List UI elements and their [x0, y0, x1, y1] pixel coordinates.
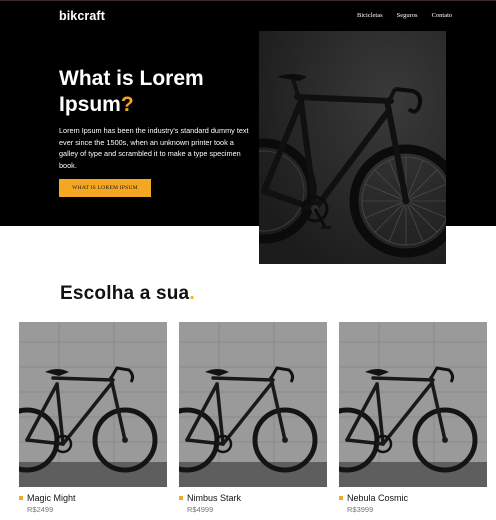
product-card[interactable]: Nebula Cosmic R$3999 [339, 322, 487, 514]
product-price: R$2499 [27, 505, 54, 514]
bullet-icon [339, 496, 343, 500]
nav-item-bicicletas[interactable]: Bicicletas [357, 12, 383, 19]
product-card[interactable]: Nimbus Stark R$4999 [179, 322, 327, 514]
product-name[interactable]: Magic Might [19, 493, 167, 503]
hero-title-mark: ? [120, 93, 134, 116]
fixie-bike-illustration [339, 322, 487, 487]
section-title: Escolha a sua. [60, 283, 195, 305]
nav-item-seguros[interactable]: Seguros [397, 12, 418, 19]
section-title-text: Escolha a sua [60, 283, 190, 304]
fixie-bike-illustration [179, 322, 327, 487]
product-price: R$3999 [347, 505, 374, 514]
product-image[interactable] [339, 322, 487, 487]
product-price: R$4999 [187, 505, 214, 514]
main-nav: Bicicletas Seguros Contato [357, 12, 452, 19]
bullet-icon [179, 496, 183, 500]
product-name-label: Nimbus Stark [187, 493, 242, 503]
product-name-label: Magic Might [27, 493, 76, 503]
hero-title: What is Lorem Ipsum? [59, 66, 249, 118]
fixie-bike-illustration [19, 322, 167, 487]
bullet-icon [19, 496, 23, 500]
product-image[interactable] [179, 322, 327, 487]
hero-bike-image [259, 31, 446, 264]
product-name[interactable]: Nimbus Stark [179, 493, 327, 503]
hero-cta-button[interactable]: WHAT IS LOREM IPSUM [59, 179, 151, 197]
product-name-label: Nebula Cosmic [347, 493, 409, 503]
road-bike-illustration [259, 31, 446, 264]
product-image[interactable] [19, 322, 167, 487]
logo[interactable]: bikcraft [59, 9, 105, 23]
top-border [0, 0, 496, 1]
product-card[interactable]: Magic Might R$2499 [19, 322, 167, 514]
hero-description: Lorem Ipsum has been the industry's stan… [59, 126, 249, 170]
nav-item-contato[interactable]: Contato [432, 12, 453, 19]
section-title-mark: . [189, 283, 195, 304]
product-name[interactable]: Nebula Cosmic [339, 493, 487, 503]
